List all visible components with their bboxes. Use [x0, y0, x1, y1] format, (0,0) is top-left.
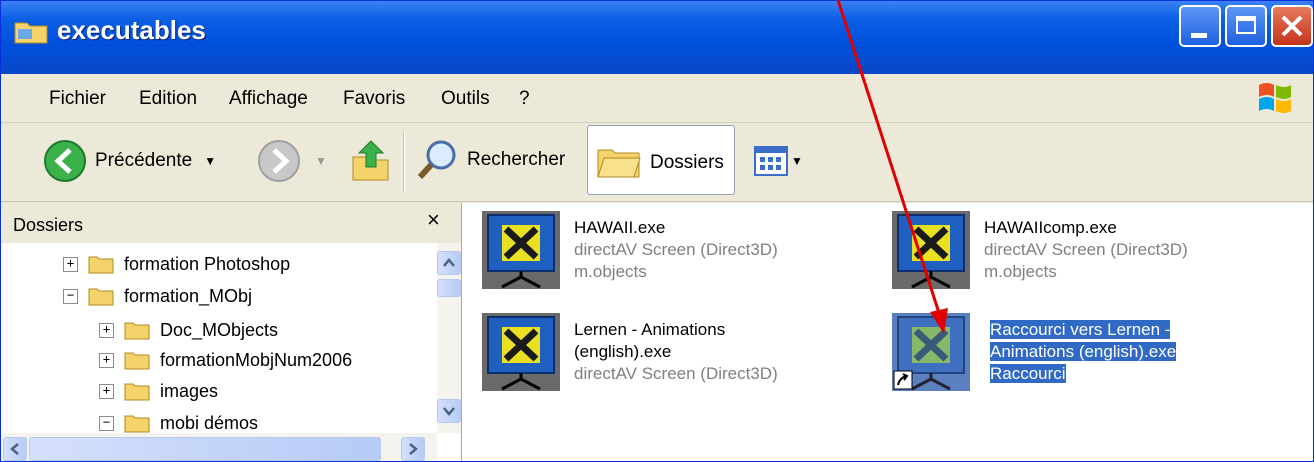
folders-pane-title: Dossiers	[13, 215, 84, 235]
explorer-window: executables Fichier Edition Affichage Fa…	[0, 0, 1314, 462]
folder-icon	[88, 256, 114, 274]
title-bar[interactable]: executables	[1, 1, 1313, 74]
close-icon	[1281, 15, 1303, 37]
folders-label: Dossiers	[650, 152, 724, 173]
open-folder-icon	[88, 288, 114, 306]
views-button[interactable]: ▼	[753, 145, 803, 177]
expand-icon[interactable]: +	[99, 383, 114, 399]
menu-bar: Fichier Edition Affichage Favoris Outils…	[1, 74, 1313, 123]
expand-icon[interactable]: +	[63, 256, 78, 272]
folder-icon	[124, 383, 150, 401]
chevron-right-icon	[409, 443, 418, 455]
tree-label: formationMobjNum2006	[160, 349, 353, 370]
back-label: Précédente	[95, 150, 193, 171]
file-name: Raccourci vers Lernen -	[990, 320, 1171, 339]
close-button[interactable]	[1271, 5, 1313, 47]
folders-button[interactable]: Dossiers	[587, 125, 735, 195]
forward-dropdown-icon[interactable]: ▼	[315, 154, 327, 168]
minimize-button[interactable]	[1179, 5, 1221, 47]
tree-label: Doc_MObjects	[160, 319, 279, 340]
search-icon	[417, 140, 456, 180]
shortcut-exe-icon	[892, 313, 970, 391]
views-dropdown-icon[interactable]: ▼	[791, 154, 803, 168]
tree-item[interactable]: + formationMobjNum2006	[99, 345, 352, 375]
file-label: Lernen - Animations (english).exe direct…	[574, 319, 814, 385]
file-company: m.objects	[574, 262, 647, 281]
back-dropdown-icon[interactable]: ▼	[204, 154, 216, 168]
slideshow-exe-icon	[482, 211, 560, 289]
menu-affichage[interactable]: Affichage	[229, 88, 308, 110]
folder-icon	[14, 22, 48, 44]
collapse-icon[interactable]: −	[99, 415, 114, 431]
file-list-pane: HAWAII.exe directAV Screen (Direct3D) m.…	[462, 203, 1313, 461]
search-label: Rechercher	[467, 149, 566, 170]
slideshow-exe-icon	[892, 211, 970, 289]
expand-icon[interactable]: +	[99, 352, 114, 368]
file-company: m.objects	[984, 262, 1057, 281]
menu-edition[interactable]: Edition	[139, 88, 197, 110]
forward-button[interactable]: ▼	[257, 139, 327, 183]
chevron-down-icon	[443, 407, 455, 416]
folder-icon	[124, 352, 150, 370]
slideshow-exe-icon	[482, 313, 560, 391]
scroll-up-button[interactable]	[437, 251, 461, 275]
search-button[interactable]: Rechercher	[415, 137, 565, 183]
file-name-continued: Animations (english).exe	[990, 342, 1177, 361]
menu-fichier[interactable]: Fichier	[49, 88, 106, 110]
file-name: HAWAII.exe	[574, 218, 666, 237]
file-label: HAWAIIcomp.exe directAV Screen (Direct3D…	[984, 217, 1224, 283]
file-name-continued: (english).exe	[574, 342, 672, 361]
vertical-scrollbar[interactable]	[437, 243, 461, 433]
forward-arrow-icon	[258, 140, 300, 182]
toolbar-separator	[403, 131, 405, 193]
horizontal-scroll-thumb[interactable]	[29, 437, 381, 461]
back-button[interactable]: Précédente ▼	[43, 139, 216, 183]
chevron-up-icon	[443, 258, 455, 267]
tree-item[interactable]: + formation Photoshop	[63, 249, 290, 279]
scroll-right-button[interactable]	[401, 437, 425, 461]
up-folder-button[interactable]	[349, 137, 393, 185]
window-title: executables	[57, 15, 206, 45]
menu-outils[interactable]: Outils	[441, 88, 490, 110]
tree-label: images	[160, 380, 219, 401]
file-description: directAV Screen (Direct3D)	[574, 240, 778, 259]
file-label: HAWAII.exe directAV Screen (Direct3D) m.…	[574, 217, 814, 283]
menu-help[interactable]: ?	[519, 88, 530, 110]
tree-item[interactable]: + images	[99, 376, 218, 406]
file-description: directAV Screen (Direct3D)	[574, 364, 778, 383]
folders-pane: Dossiers × + formation Photoshop − forma…	[1, 203, 462, 461]
views-icon	[754, 146, 788, 176]
back-arrow-icon	[44, 140, 86, 182]
horizontal-scrollbar[interactable]	[1, 433, 437, 461]
file-type: Raccourci	[990, 364, 1066, 383]
collapse-icon[interactable]: −	[63, 288, 78, 304]
tree-label: formation Photoshop	[124, 253, 291, 274]
up-folder-icon	[352, 140, 389, 181]
close-pane-icon[interactable]: ×	[427, 207, 440, 233]
folder-icon	[124, 322, 150, 340]
tree-item[interactable]: − formation_MObj	[63, 281, 252, 311]
scroll-thumb[interactable]	[437, 279, 461, 297]
tree-label: mobi démos	[160, 412, 259, 433]
file-label: Raccourci vers Lernen - Animations (engl…	[990, 319, 1230, 385]
scroll-left-button[interactable]	[3, 437, 27, 461]
windows-logo-icon	[1259, 83, 1291, 113]
expand-icon[interactable]: +	[99, 322, 114, 338]
folders-pane-header: Dossiers ×	[1, 203, 461, 243]
open-folder-icon	[124, 415, 150, 433]
scroll-down-button[interactable]	[437, 399, 461, 423]
file-name: Lernen - Animations	[574, 320, 726, 339]
maximize-button[interactable]	[1225, 5, 1267, 47]
tree-label: formation_MObj	[124, 285, 253, 306]
file-name: HAWAIIcomp.exe	[984, 218, 1117, 237]
tree-item[interactable]: + Doc_MObjects	[99, 315, 278, 345]
folders-icon	[597, 149, 641, 178]
menu-favoris[interactable]: Favoris	[343, 88, 405, 110]
chevron-left-icon	[10, 443, 19, 455]
file-description: directAV Screen (Direct3D)	[984, 240, 1188, 259]
